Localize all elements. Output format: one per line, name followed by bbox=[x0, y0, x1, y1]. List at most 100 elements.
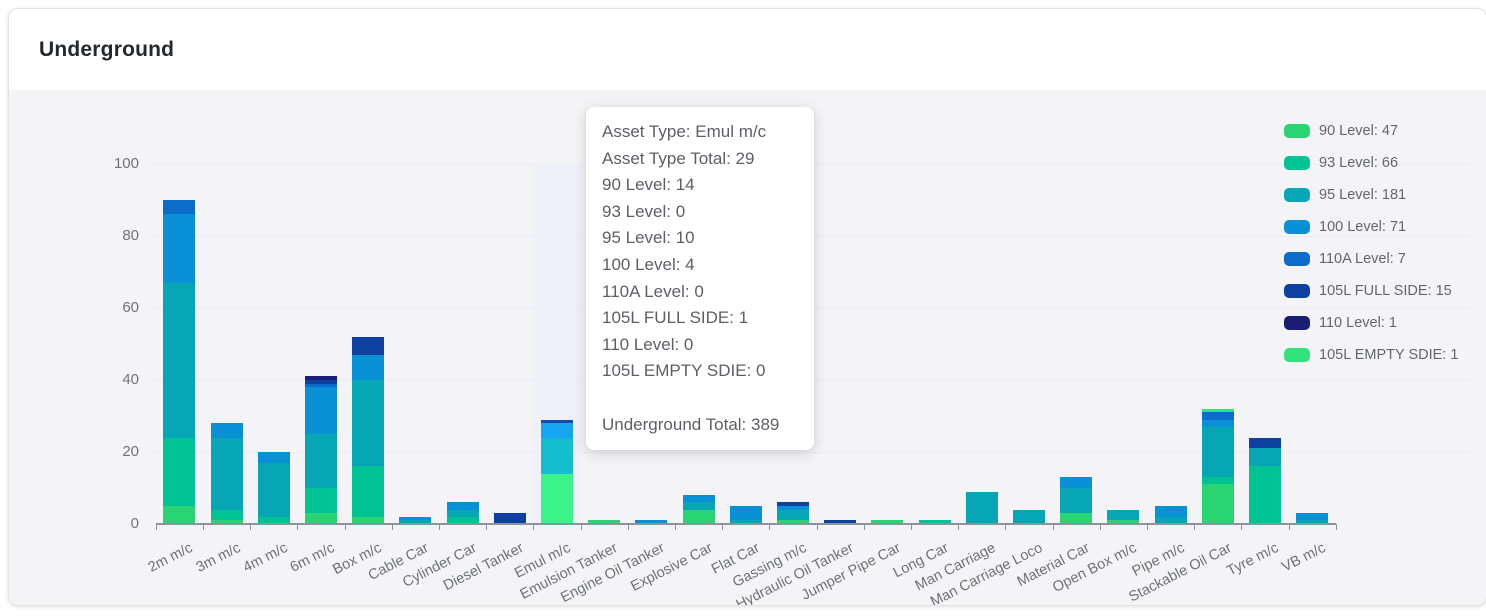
bar-segment-100-level bbox=[1296, 513, 1328, 520]
legend-item-100-level[interactable]: 100 Level: 71 bbox=[1284, 219, 1458, 235]
bar-segment-93-level bbox=[1249, 466, 1281, 524]
legend-item-93-level[interactable]: 93 Level: 66 bbox=[1284, 155, 1458, 171]
chart-tooltip: Asset Type: Emul m/cAsset Type Total: 29… bbox=[586, 107, 814, 450]
bar-segment-95-level bbox=[683, 502, 715, 509]
tooltip-line: 110A Level: 0 bbox=[602, 279, 798, 306]
bar-2m-m-c[interactable] bbox=[163, 200, 195, 524]
bar-segment-95-level bbox=[1202, 427, 1234, 477]
x-axis-tick bbox=[250, 524, 251, 530]
x-axis-tick bbox=[628, 524, 629, 530]
bar-segment-95-level bbox=[1107, 510, 1139, 521]
chart-legend: 90 Level: 47 93 Level: 66 95 Level: 181 100… bbox=[1284, 123, 1458, 363]
x-axis-tick bbox=[392, 524, 393, 530]
bar-tyre-m-c[interactable] bbox=[1249, 438, 1281, 524]
x-axis-label: 6m m/c bbox=[288, 540, 338, 576]
legend-label: 100 Level: 71 bbox=[1319, 219, 1406, 235]
bar-segment-100-level bbox=[683, 495, 715, 502]
bar-segment-95-level bbox=[305, 434, 337, 488]
legend-label: 95 Level: 181 bbox=[1319, 187, 1406, 203]
y-axis-tick-label: 100 bbox=[87, 155, 139, 172]
bar-segment-95-level bbox=[1013, 510, 1045, 524]
bar-3m-m-c[interactable] bbox=[211, 423, 243, 524]
bar-segment-100-level bbox=[447, 502, 479, 509]
bar-explosive-car[interactable] bbox=[683, 495, 715, 524]
tooltip-line: 93 Level: 0 bbox=[602, 199, 798, 226]
legend-item-90-level[interactable]: 90 Level: 47 bbox=[1284, 123, 1458, 139]
x-axis-tick bbox=[1053, 524, 1054, 530]
bar-segment-110a-level bbox=[1202, 412, 1234, 419]
legend-item-105l-empty-sdie[interactable]: 105L EMPTY SDIE: 1 bbox=[1284, 347, 1458, 363]
bar-segment-100-level bbox=[305, 387, 337, 434]
legend-swatch-icon bbox=[1284, 252, 1310, 266]
underground-card: Underground 0204060801002m m/c3m m/c4m m… bbox=[8, 8, 1486, 606]
bar-man-carriage-loco[interactable] bbox=[1013, 510, 1045, 524]
legend-swatch-icon bbox=[1284, 188, 1310, 202]
tooltip-line: Asset Type Total: 29 bbox=[602, 146, 798, 173]
x-axis-tick bbox=[911, 524, 912, 530]
bar-stackable-oil-car[interactable] bbox=[1202, 409, 1234, 524]
tooltip-line: 95 Level: 10 bbox=[602, 225, 798, 252]
bar-segment-110a-level bbox=[163, 200, 195, 214]
legend-item-110a-level[interactable]: 110A Level: 7 bbox=[1284, 251, 1458, 267]
legend-swatch-icon bbox=[1284, 348, 1310, 362]
bar-6m-m-c[interactable] bbox=[305, 376, 337, 524]
bar-segment-93-level bbox=[211, 510, 243, 521]
bar-segment-93-level bbox=[163, 438, 195, 506]
x-axis-label: VB m/c bbox=[1280, 540, 1329, 575]
bar-material-car[interactable] bbox=[1060, 477, 1092, 524]
x-axis-tick bbox=[1005, 524, 1006, 530]
bar-segment-90-level bbox=[683, 510, 715, 524]
x-axis-tick bbox=[1147, 524, 1148, 530]
x-axis-tick bbox=[1100, 524, 1101, 530]
bar-segment-105l-full-side bbox=[1249, 438, 1281, 449]
bar-segment-100-level bbox=[211, 423, 243, 437]
x-axis-tick bbox=[439, 524, 440, 530]
x-axis-tick bbox=[156, 524, 157, 530]
legend-item-105l-full-side[interactable]: 105L FULL SIDE: 15 bbox=[1284, 283, 1458, 299]
legend-item-95-level[interactable]: 95 Level: 181 bbox=[1284, 187, 1458, 203]
bar-gassing-m-c[interactable] bbox=[777, 502, 809, 524]
legend-swatch-icon bbox=[1284, 284, 1310, 298]
legend-swatch-icon bbox=[1284, 124, 1310, 138]
x-axis-tick bbox=[1194, 524, 1195, 530]
x-axis-tick bbox=[1241, 524, 1242, 530]
bar-segment-95-level bbox=[777, 510, 809, 521]
legend-label: 110 Level: 1 bbox=[1319, 315, 1397, 331]
x-axis-label: 3m m/c bbox=[193, 540, 243, 576]
bar-cylinder-car[interactable] bbox=[447, 502, 479, 524]
bar-segment-100-level bbox=[1060, 477, 1092, 488]
y-axis-tick-label: 40 bbox=[87, 371, 139, 388]
legend-swatch-icon bbox=[1284, 156, 1310, 170]
bar-segment-100-level bbox=[541, 423, 573, 437]
bar-segment-95-level bbox=[447, 510, 479, 517]
legend-swatch-icon bbox=[1284, 316, 1310, 330]
bar-4m-m-c[interactable] bbox=[258, 452, 290, 524]
bar-emul-m-c[interactable] bbox=[541, 420, 573, 524]
y-axis-tick-label: 0 bbox=[87, 515, 139, 532]
bar-pipe-m-c[interactable] bbox=[1155, 506, 1187, 524]
y-axis-tick-label: 80 bbox=[87, 227, 139, 244]
bar-segment-90-level bbox=[541, 474, 573, 524]
bar-segment-100-level bbox=[258, 452, 290, 463]
bar-flat-car[interactable] bbox=[730, 506, 762, 524]
x-axis-label: 4m m/c bbox=[240, 540, 290, 576]
chart-panel: 0204060801002m m/c3m m/c4m m/c6m m/cBox … bbox=[9, 90, 1486, 605]
bar-segment-95-level bbox=[541, 438, 573, 474]
bar-segment-90-level bbox=[163, 506, 195, 524]
legend-swatch-icon bbox=[1284, 220, 1310, 234]
bar-man-carriage[interactable] bbox=[966, 492, 998, 524]
x-axis-tick bbox=[345, 524, 346, 530]
bar-segment-95-level bbox=[258, 463, 290, 517]
x-axis-tick bbox=[769, 524, 770, 530]
y-axis-tick-label: 20 bbox=[87, 443, 139, 460]
legend-label: 93 Level: 66 bbox=[1319, 155, 1398, 171]
legend-item-110-level[interactable]: 110 Level: 1 bbox=[1284, 315, 1458, 331]
bar-open-box-m-c[interactable] bbox=[1107, 510, 1139, 524]
x-axis-tick bbox=[1289, 524, 1290, 530]
bar-segment-93-level bbox=[352, 466, 384, 516]
x-axis-tick bbox=[817, 524, 818, 530]
bar-box-m-c[interactable] bbox=[352, 337, 384, 524]
bar-segment-95-level bbox=[163, 283, 195, 438]
bar-segment-93-level bbox=[1202, 477, 1234, 484]
x-axis-tick bbox=[486, 524, 487, 530]
